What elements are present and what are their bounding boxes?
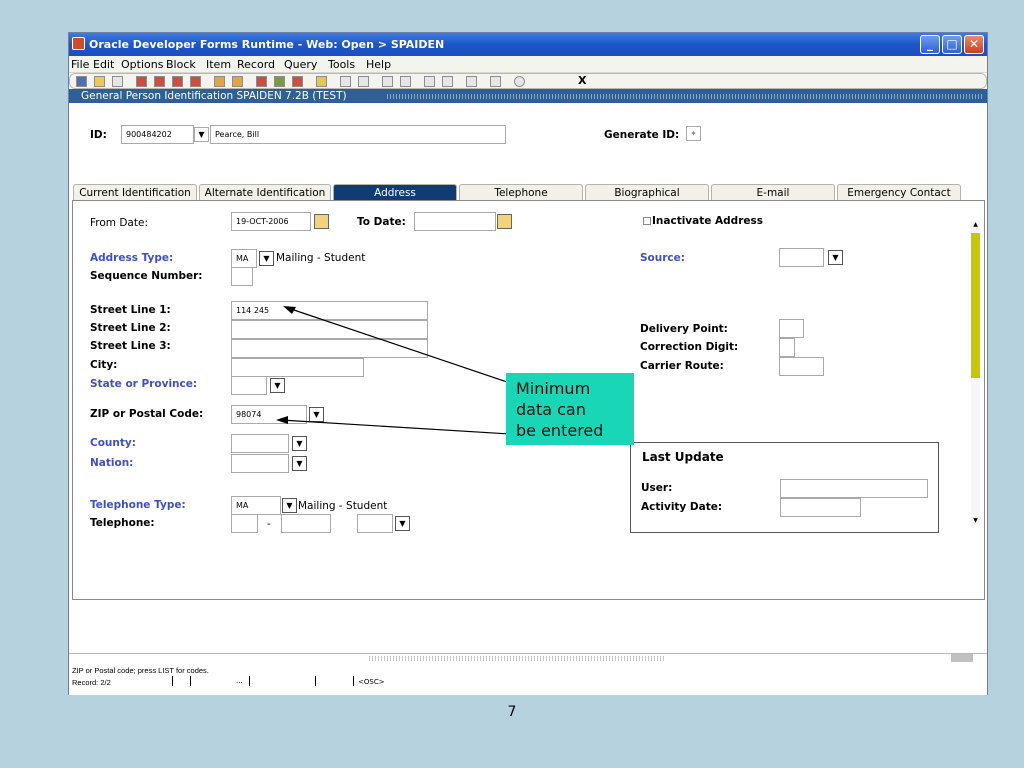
callout-line-3: be entered [516, 421, 604, 440]
callout-box: Minimum data can be entered [506, 373, 634, 445]
callout-line-2: data can [516, 400, 586, 419]
arrowhead [283, 306, 296, 314]
arrow-to-street-line [287, 307, 511, 384]
arrowhead [276, 416, 288, 424]
callout-line-1: Minimum [516, 379, 591, 398]
page-number: 7 [507, 704, 517, 720]
arrow-to-zip-code [280, 419, 511, 435]
